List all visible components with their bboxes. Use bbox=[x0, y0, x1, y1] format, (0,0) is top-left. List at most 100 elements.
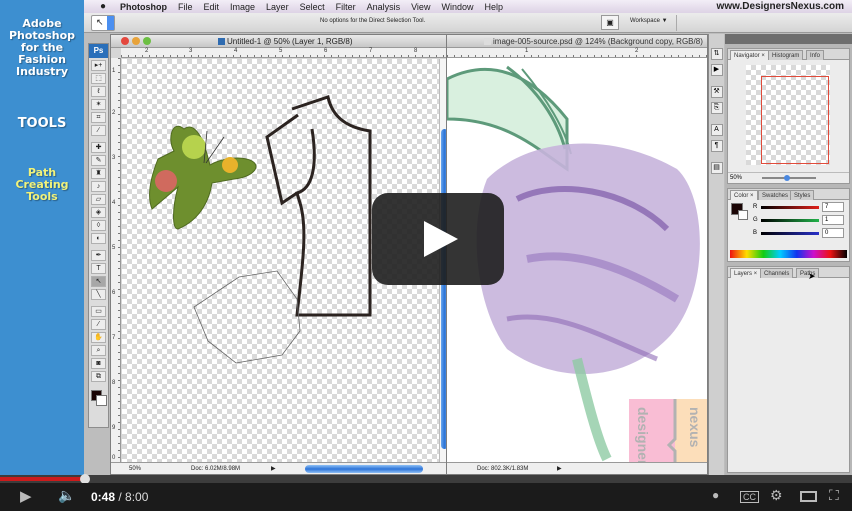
tab-color[interactable]: Color × bbox=[730, 190, 758, 200]
quick-mask-tool-icon[interactable]: ◙ bbox=[91, 358, 106, 369]
menu-select[interactable]: Select bbox=[300, 2, 325, 12]
tool-presets-icon[interactable]: ⚒ bbox=[710, 86, 723, 98]
menu-help[interactable]: Help bbox=[484, 2, 503, 12]
lasso-tool-icon[interactable]: ℓ bbox=[91, 86, 106, 97]
fullscreen-icon[interactable]: ⛶ bbox=[829, 487, 839, 504]
menu-app-name[interactable]: Photoshop bbox=[120, 2, 167, 12]
captions-icon[interactable]: CC bbox=[740, 491, 759, 503]
notes-tool-icon[interactable]: ▭ bbox=[91, 306, 106, 317]
clone-stamp-tool-icon[interactable]: ♜ bbox=[91, 168, 106, 179]
channel-value-input[interactable]: 1 bbox=[822, 215, 844, 225]
document-titlebar[interactable]: Untitled-1 @ 50% (Layer 1, RGB/8) bbox=[111, 35, 449, 48]
status-menu-icon[interactable]: ▶ bbox=[271, 465, 276, 472]
menu-window[interactable]: Window bbox=[441, 2, 473, 12]
magic-wand-tool-icon[interactable]: ✶ bbox=[91, 99, 106, 110]
menu-file[interactable]: File bbox=[178, 2, 193, 12]
divider bbox=[89, 300, 108, 304]
ruler-label: 4 bbox=[112, 200, 116, 206]
hand-tool-icon[interactable]: ✋ bbox=[91, 332, 106, 343]
ruler-label: 3 bbox=[112, 155, 116, 161]
channel-slider[interactable] bbox=[761, 232, 819, 235]
blur-tool-icon[interactable]: ◊ bbox=[91, 220, 106, 231]
view-box[interactable] bbox=[761, 76, 829, 164]
play-button[interactable]: ▶ bbox=[20, 487, 32, 505]
zoom-window-icon[interactable] bbox=[143, 37, 151, 45]
document-titlebar[interactable]: image-005-source.psd @ 124% (Background … bbox=[447, 35, 707, 48]
zoom-level[interactable]: 50% bbox=[129, 466, 141, 472]
watch-later-icon[interactable]: ● bbox=[712, 488, 719, 502]
menu-layer[interactable]: Layer bbox=[266, 2, 289, 12]
tab-styles[interactable]: Styles bbox=[790, 190, 815, 200]
zoom-slider-handle[interactable] bbox=[784, 175, 790, 181]
layer-comps-icon[interactable]: ▤ bbox=[710, 162, 723, 174]
bodice-path[interactable] bbox=[265, 95, 372, 317]
tab-histogram[interactable]: Histogram bbox=[768, 50, 804, 60]
volume-icon[interactable]: 🔈 bbox=[58, 487, 75, 504]
bridge-icon[interactable]: ▣ bbox=[601, 15, 619, 30]
channel-label: G bbox=[753, 217, 758, 223]
butterfly-shape[interactable] bbox=[149, 126, 257, 230]
channel-slider[interactable] bbox=[761, 219, 819, 222]
settings-gear-icon[interactable]: ⚙ bbox=[770, 487, 783, 504]
apple-menu-icon[interactable]: ● bbox=[96, 1, 110, 12]
tab-navigator[interactable]: Navigator × bbox=[730, 50, 769, 60]
horizontal-scroll-thumb[interactable] bbox=[305, 465, 423, 473]
history-icon[interactable]: ⇅ bbox=[710, 48, 723, 60]
eraser-tool-icon[interactable]: ▱ bbox=[91, 194, 106, 205]
marquee-tool-icon[interactable]: ⬚ bbox=[91, 73, 106, 84]
tool-preset-picker[interactable]: ↖ bbox=[91, 15, 115, 31]
ps-logo[interactable]: Ps bbox=[89, 44, 108, 58]
direct-selection-tool-icon[interactable]: ↖ bbox=[91, 276, 106, 287]
eyedropper-tool-icon[interactable]: ⁄ bbox=[91, 319, 106, 330]
background-color[interactable] bbox=[96, 395, 107, 406]
background-color[interactable] bbox=[738, 210, 748, 220]
menu-filter[interactable]: Filter bbox=[336, 2, 356, 12]
screen-mode-tool-icon[interactable]: ⧉ bbox=[91, 371, 106, 382]
dodge-tool-icon[interactable]: ◐ bbox=[91, 233, 106, 244]
clone-source-icon[interactable]: ⎘ bbox=[710, 102, 723, 114]
status-bar: 50% Doc: 6.02M/8.98M ▶ bbox=[111, 462, 449, 474]
section-title: TOOLS bbox=[17, 116, 67, 131]
tab-channels[interactable]: Channels bbox=[760, 268, 794, 278]
line-tool-icon[interactable]: ╲ bbox=[91, 289, 106, 300]
healing-brush-tool-icon[interactable]: ✚ bbox=[91, 142, 106, 153]
toolbox: Ps ▸+ ⬚ ℓ ✶ ⌗ ∕ ✚ ✎ ♜ ♪ ▱ ◈ ◊ ◐ ✒ T ↖ ╲ ▭ ⁄ ✋ ⌕ ◙ ⧉ bbox=[88, 43, 109, 428]
polygon-path[interactable] bbox=[193, 270, 301, 364]
channel-slider[interactable] bbox=[761, 206, 819, 209]
minimize-window-icon[interactable] bbox=[132, 37, 140, 45]
zoom-tool-icon[interactable]: ⌕ bbox=[91, 345, 106, 356]
type-tool-icon[interactable]: T bbox=[91, 263, 106, 274]
status-menu-icon[interactable]: ▶ bbox=[557, 465, 562, 472]
crop-tool-icon[interactable]: ⌗ bbox=[91, 112, 106, 123]
ruler-label: 2 bbox=[635, 48, 639, 54]
tab-layers[interactable]: Layers × bbox=[730, 268, 762, 278]
channel-label: R bbox=[753, 204, 758, 210]
theater-mode-icon[interactable] bbox=[800, 491, 817, 502]
channel-value-input[interactable]: 7 bbox=[822, 202, 844, 212]
tab-swatches[interactable]: Swatches bbox=[758, 190, 793, 200]
dock-header[interactable] bbox=[725, 34, 852, 44]
navigator-zoom[interactable]: 50% bbox=[730, 175, 742, 181]
character-icon[interactable]: A bbox=[710, 124, 723, 136]
slice-tool-icon[interactable]: ∕ bbox=[91, 125, 106, 136]
close-window-icon[interactable] bbox=[121, 37, 129, 45]
video-progress-bar[interactable] bbox=[0, 474, 852, 484]
menu-image[interactable]: Image bbox=[230, 2, 255, 12]
menu-view[interactable]: View bbox=[411, 2, 430, 12]
paint-bucket-tool-icon[interactable]: ◈ bbox=[91, 207, 106, 218]
channel-value-input[interactable]: 0 bbox=[822, 228, 844, 238]
menu-analysis[interactable]: Analysis bbox=[367, 2, 401, 12]
color-spectrum[interactable] bbox=[730, 250, 847, 258]
status-bar: Doc: 802.3K/1.83M ▶ bbox=[447, 462, 707, 474]
brush-tool-icon[interactable]: ✎ bbox=[91, 155, 106, 166]
pen-tool-icon[interactable]: ✒ bbox=[91, 250, 106, 261]
workspace-menu[interactable]: Workspace ▼ bbox=[630, 18, 668, 24]
tab-info[interactable]: Info bbox=[806, 50, 825, 60]
move-tool-icon[interactable]: ▸+ bbox=[91, 60, 106, 71]
paragraph-icon[interactable]: ¶ bbox=[710, 140, 723, 152]
play-overlay-button[interactable] bbox=[372, 193, 504, 285]
menu-edit[interactable]: Edit bbox=[204, 2, 220, 12]
chevron-down-icon[interactable] bbox=[107, 16, 114, 30]
history-brush-tool-icon[interactable]: ♪ bbox=[91, 181, 106, 192]
actions-icon[interactable]: ▶ bbox=[710, 64, 723, 76]
